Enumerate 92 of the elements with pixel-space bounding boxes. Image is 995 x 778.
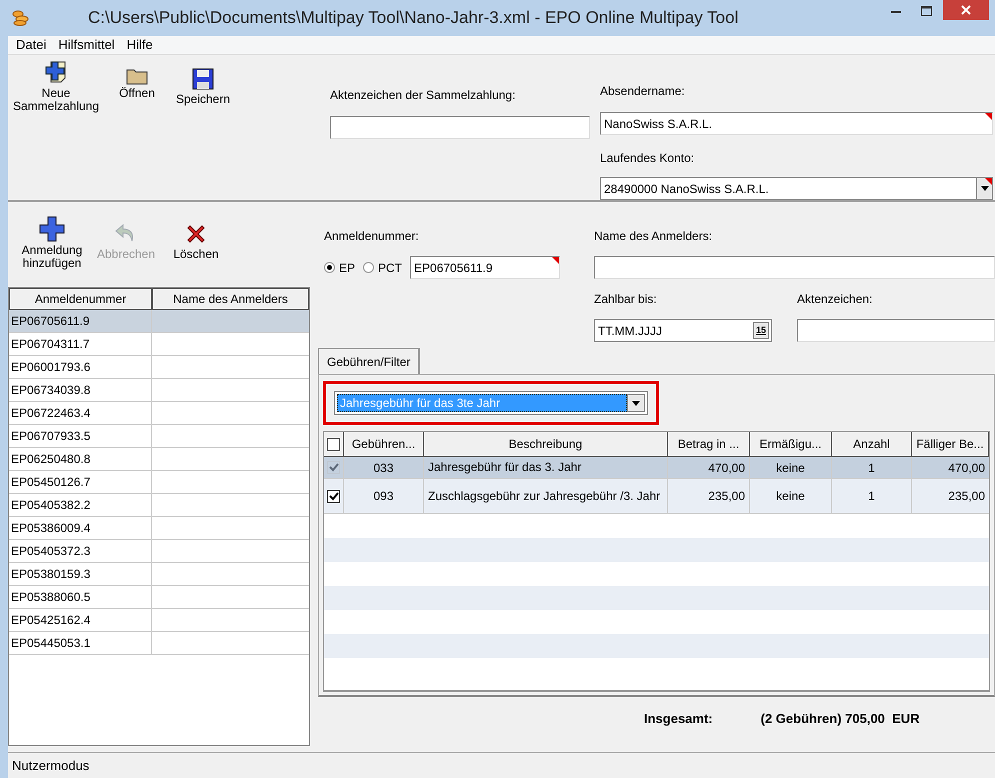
table-cell-text: 033 — [373, 460, 394, 476]
table-cell-text: EP05388060.5 — [11, 589, 90, 606]
radio-button[interactable]: PCT — [363, 258, 402, 276]
application-row[interactable]: EP05445053.1 — [9, 632, 309, 655]
field-label: Zahlbar bis: — [594, 291, 658, 308]
toolbar-button[interactable]: Öffnen — [106, 59, 168, 100]
field-label: Aktenzeichen der Sammelzahlung: — [330, 87, 516, 104]
column-header[interactable]: Betrag in ... — [668, 432, 750, 456]
table-cell-text: 235,00 — [708, 488, 745, 505]
table-cell-text: 235,00 — [948, 488, 985, 505]
table-cell-text: EP05450126.7 — [11, 474, 90, 491]
table-cell-text: EP06704311.7 — [11, 336, 90, 353]
minimize-icon — [891, 10, 901, 12]
application-row[interactable]: EP05450126.7 — [9, 471, 309, 494]
table-cell-text: 470,00 — [948, 460, 985, 476]
application-row[interactable]: EP06707933.5 — [9, 425, 309, 448]
radio-button[interactable]: EP — [324, 258, 356, 276]
table-cell-text: EP06707933.5 — [11, 428, 90, 445]
column-header[interactable]: Fälliger Be... — [912, 432, 989, 456]
menu-item[interactable]: Hilfe — [126, 35, 153, 55]
table-cell-text: EP06722463.4 — [11, 405, 90, 422]
table-cell-text: EP05405382.2 — [11, 497, 90, 514]
table-cell: Zuschlagsgebühr zur Jahresgebühr /3. Jahr — [428, 490, 660, 502]
application-row[interactable]: EP05380159.3 — [9, 563, 309, 586]
header-checkbox[interactable] — [327, 438, 340, 450]
text-field[interactable]: NanoSwiss S.A.R.L. — [600, 112, 993, 135]
text-field[interactable]: EP06705611.9 — [410, 256, 560, 279]
plus-icon — [39, 216, 65, 242]
close-icon — [961, 5, 971, 15]
table-cell-text: EP06250480.8 — [11, 451, 90, 468]
row-checkbox[interactable] — [327, 490, 340, 502]
tab[interactable]: Gebühren/Filter — [318, 348, 420, 374]
column-header[interactable]: Name des Anmelders — [152, 288, 309, 310]
toolbar-button[interactable]: Speichern — [172, 59, 234, 106]
column-header[interactable]: Anmeldenummer — [9, 288, 152, 310]
total-label: Insgesamt: — [644, 710, 713, 728]
application-row[interactable]: EP06001793.6 — [9, 356, 309, 379]
application-row[interactable]: EP06722463.4 — [9, 402, 309, 425]
toolbar-button[interactable]: Anmeldung hinzufügen — [16, 216, 88, 270]
table-cell-text: EP05405372.3 — [11, 543, 90, 560]
field-label: Laufendes Konto: — [600, 150, 696, 167]
folder-icon — [126, 67, 148, 85]
field-label: Anmeldenummer: — [324, 228, 420, 245]
column-header[interactable]: Anzahl — [832, 432, 912, 456]
status-text: Nutzermodus — [12, 756, 90, 775]
application-row[interactable]: EP05425162.4 — [9, 609, 309, 632]
table-cell-text: 1 — [868, 488, 875, 505]
text-field[interactable] — [330, 116, 590, 139]
date-field[interactable]: TT.MM.JJJJ 15 — [594, 319, 772, 342]
fee-row[interactable]: 093 Zuschlagsgebühr zur Jahresgebühr /3. Jahr 235,00 keine 1 235,00 — [324, 479, 989, 514]
menu-item[interactable]: Datei — [16, 35, 46, 55]
calendar-button[interactable]: 15 — [752, 322, 769, 339]
column-header[interactable]: Ermäßigu... — [750, 432, 832, 456]
toolbar-button[interactable]: Neue Sammelzahlung — [10, 59, 102, 113]
table-cell-text: EP06001793.6 — [11, 359, 90, 376]
table-cell-text: 1 — [868, 460, 875, 476]
table-cell-text: EP05445053.1 — [11, 635, 90, 652]
window-title: C:\Users\Public\Documents\Multipay Tool\Nano-Jahr-3.xml - EPO Online Multipay Tool — [88, 7, 738, 30]
text-field[interactable] — [594, 256, 995, 279]
application-row[interactable]: EP05388060.5 — [9, 586, 309, 609]
field-label: Aktenzeichen: — [797, 291, 874, 308]
table-cell-text: EP06734039.8 — [11, 382, 90, 399]
application-row[interactable]: EP06250480.8 — [9, 448, 309, 471]
close-button[interactable] — [943, 0, 989, 20]
application-row[interactable]: EP06705611.9 — [9, 310, 309, 333]
required-marker-icon — [985, 113, 992, 120]
toolbar-button[interactable]: Löschen — [164, 216, 228, 261]
field-label: Absendername: — [600, 83, 686, 100]
required-marker-icon — [552, 257, 560, 264]
application-row[interactable]: EP05386009.4 — [9, 517, 309, 540]
total-value: (2 Gebühren) 705,00 EUR — [760, 710, 920, 728]
column-header[interactable]: Gebühren... — [344, 432, 424, 456]
table-cell-text: 470,00 — [708, 460, 745, 476]
application-row[interactable]: EP05405382.2 — [9, 494, 309, 517]
table-cell-text: keine — [776, 460, 805, 476]
table-cell: Jahresgebühr für das 3. Jahr — [428, 461, 582, 474]
table-cell-text: EP05386009.4 — [11, 520, 90, 537]
table-cell-text: 093 — [373, 488, 394, 505]
table-cell-text: EP06705611.9 — [11, 313, 90, 330]
table-cell-text: EP05380159.3 — [11, 566, 90, 583]
table-cell-text: EP05425162.4 — [11, 612, 90, 629]
menu-item[interactable]: Hilfsmittel — [58, 35, 115, 55]
text-field[interactable] — [797, 319, 995, 342]
account-dropdown[interactable]: 28490000 NanoSwiss S.A.R.L. — [600, 177, 993, 200]
application-row[interactable]: EP06704311.7 — [9, 333, 309, 356]
application-row[interactable]: EP05405372.3 — [9, 540, 309, 563]
maximize-icon — [920, 6, 932, 16]
table-cell-text: keine — [776, 488, 805, 505]
application-row[interactable]: EP06734039.8 — [9, 379, 309, 402]
field-label: Name des Anmelders: — [594, 228, 714, 245]
column-header[interactable]: Beschreibung — [424, 432, 668, 456]
coins-icon — [12, 10, 30, 26]
